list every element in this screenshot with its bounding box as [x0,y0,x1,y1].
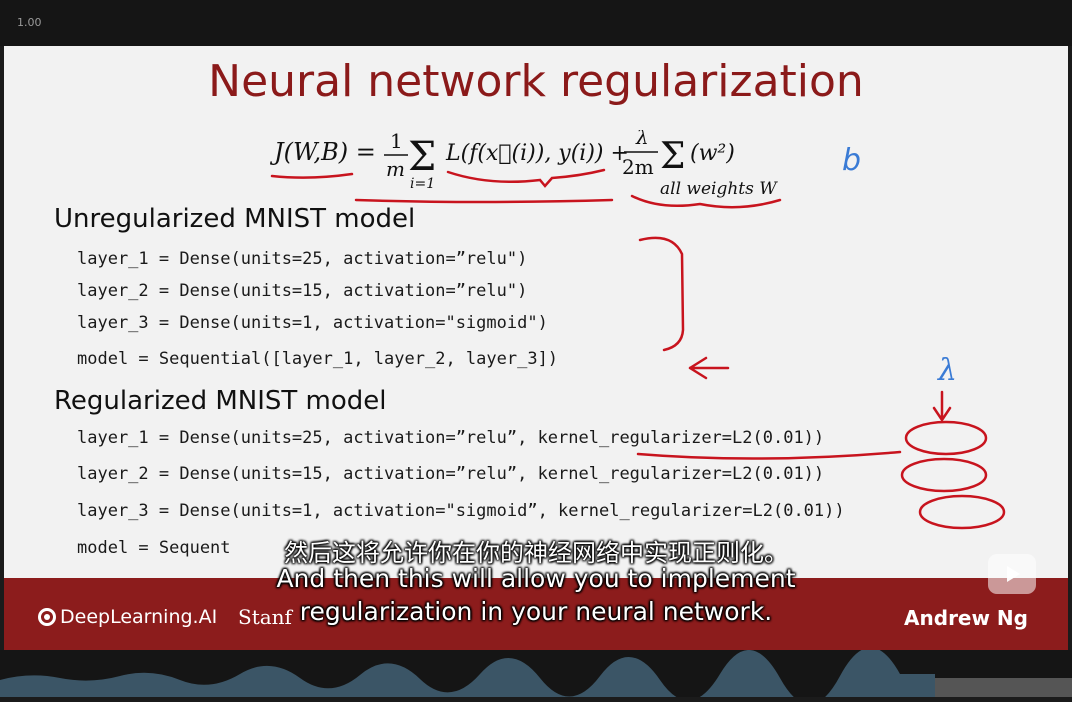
code-line: layer_2 = Dense(units=15, activation=”re… [77,464,825,484]
subtitle-english-line-1: And then this will allow you to implemen… [276,564,796,593]
slide-title: Neural network regularization [208,56,864,107]
formula-lhs: J(W,B) = [269,138,376,166]
audio-waveform [0,647,1072,702]
code-line: layer_1 = Dense(units=25, activation=”re… [77,428,825,448]
player-top-bar: 1.00 [0,0,1072,46]
subtitle-chinese: 然后这将允许你在你的神经网络中实现正则化。 [284,539,788,567]
code-line: layer_1 = Dense(units=25, activation=”re… [77,249,528,269]
playback-speed-label[interactable]: 1.00 [17,16,42,29]
formula-lambda-den: 2m [622,155,654,179]
code-line: layer_3 = Dense(units=1, activation="sig… [77,501,845,521]
subtitle-english-line-2: regularization in your neural network. [299,597,773,626]
regularized-heading: Regularized MNIST model [54,386,387,416]
formula-reg-sum-symbol: Σ [660,136,685,177]
formula-frac-den: m [386,157,405,181]
formula-lambda: λ [635,130,649,149]
code-line: layer_2 = Dense(units=15, activation=”re… [77,281,528,301]
code-line: model = Sequential([layer_1, layer_2, la… [77,349,559,369]
formula-sum-bottom: i=1 [410,176,435,192]
formula-frac-num: 1 [390,130,403,153]
formula-reg-term: (w²) [690,141,735,166]
code-line: layer_3 = Dense(units=1, activation="sig… [77,313,548,333]
player-timeline[interactable] [0,647,1072,702]
unregularized-heading: Unregularized MNIST model [54,204,416,234]
formula-loss-term: L(f(x⃗(i)), y(i)) + [445,141,629,166]
formula-reg-subscript: all weights W [660,179,778,199]
formula-sum-symbol: Σ [408,134,436,180]
play-button[interactable] [988,554,1036,594]
